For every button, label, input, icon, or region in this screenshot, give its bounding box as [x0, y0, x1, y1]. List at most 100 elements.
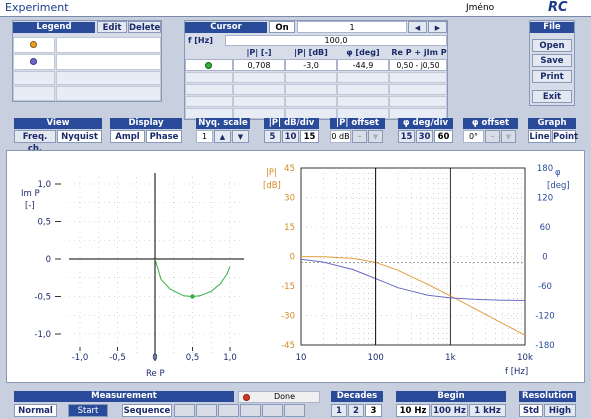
- cursor-empty-cell: [337, 84, 389, 95]
- cursor-value-db: -3,0: [285, 59, 337, 71]
- nyq-scale-down-button[interactable]: ▼: [232, 130, 249, 143]
- bode-right-tick-label: 0: [542, 253, 547, 263]
- legend-row-3-text[interactable]: [56, 71, 161, 85]
- bode-right-tick-label: -60: [538, 282, 552, 292]
- cursor-value-phase: -44,9: [337, 59, 389, 71]
- nyquist-xtick-label: 0: [152, 353, 157, 363]
- legend-delete-button[interactable]: Delete: [128, 21, 161, 33]
- bode-left-tick-label: 15: [284, 223, 295, 233]
- legend-row-4-marker[interactable]: [13, 86, 55, 101]
- cursor-empty-cell: [389, 96, 447, 107]
- cursor-f-label: f [Hz]: [188, 36, 213, 45]
- done-label: Done: [274, 392, 296, 401]
- cursor-empty-cell: [285, 84, 337, 95]
- nyquist-ytick-label: 0: [46, 255, 51, 265]
- normal-button[interactable]: Normal: [14, 404, 57, 417]
- name-label: Jméno: [466, 3, 495, 13]
- cursor-header: Cursor: [185, 22, 267, 33]
- begin-1khz-button[interactable]: 1 kHz: [469, 404, 506, 417]
- cursor-on-toggle[interactable]: On: [269, 21, 295, 33]
- cursor-empty-cell: [337, 96, 389, 107]
- nyquist-cursor-point: [190, 294, 195, 299]
- legend-row-2-text[interactable]: [56, 54, 161, 70]
- title-bar: [0, 0, 591, 17]
- bode-left-tick-label: 0: [290, 253, 295, 263]
- db-div-5-button[interactable]: 5: [264, 130, 281, 143]
- print-button[interactable]: Print: [532, 70, 572, 83]
- bode-plot[interactable]: |P| [dB] φ [deg] f [Hz] 45 30 15 0 -15 -30 -45…: [263, 164, 570, 377]
- bode-right-ticks: 180 120 60 0 -60 -120 -180: [535, 164, 554, 351]
- phi-offset-header: φ offset: [463, 118, 518, 129]
- legend-row-3-marker[interactable]: [13, 71, 55, 85]
- phi-offset-down-button: ▼: [501, 130, 516, 143]
- nyq-scale-up-button[interactable]: ▲: [214, 130, 231, 143]
- cursor-next-button[interactable]: ▶: [428, 21, 447, 33]
- begin-10hz-button[interactable]: 10 Hz: [396, 404, 430, 417]
- p-offset-value: 0 dB: [330, 130, 351, 143]
- save-button[interactable]: Save: [532, 54, 572, 67]
- app-title: Experiment: [5, 1, 69, 14]
- bode-right-tick-label: -180: [535, 341, 554, 351]
- arrow-up-icon: ▲: [219, 133, 226, 141]
- cursor-prev-button[interactable]: ◀: [408, 21, 427, 33]
- legend-row-4-text[interactable]: [56, 86, 161, 101]
- nyquist-ytick-label: -0,5: [34, 293, 51, 303]
- bode-xtick-label: 10: [296, 353, 307, 363]
- seq-step-3-button: [218, 404, 239, 417]
- start-button[interactable]: Start: [68, 404, 108, 417]
- bode-left-tick-label: 30: [284, 194, 295, 204]
- open-button[interactable]: Open: [532, 39, 572, 52]
- arrow-down-icon: ▼: [237, 133, 244, 141]
- nyquist-xtick-label: 1,0: [223, 353, 237, 363]
- seq-step-2-button: [196, 404, 217, 417]
- db-div-10-button[interactable]: 10: [282, 130, 299, 143]
- bode-xtick-label: 1k: [445, 353, 455, 363]
- ampl-button[interactable]: Ampl: [110, 130, 145, 143]
- db-div-15-button[interactable]: 15: [300, 130, 319, 143]
- cursor-f-value: 100,0: [225, 35, 447, 46]
- cursor-empty-cell: [337, 72, 389, 83]
- phase-button[interactable]: Phase: [146, 130, 182, 143]
- deg-div-30-button[interactable]: 30: [416, 130, 433, 143]
- nyq-scale-header: Nyq. scale: [196, 118, 250, 129]
- decades-2-button[interactable]: 2: [348, 404, 364, 417]
- exit-button[interactable]: Exit: [532, 90, 572, 103]
- cursor-empty-cell: [285, 96, 337, 107]
- graph-line-button[interactable]: Line: [528, 130, 551, 143]
- nyquist-ytick-label: 1,0: [37, 180, 51, 190]
- nyquist-ytick-label: 0,5: [37, 218, 51, 228]
- legend-edit-button[interactable]: Edit: [97, 21, 127, 33]
- status-led-icon: [243, 394, 250, 401]
- nyquist-button[interactable]: Nyquist: [57, 130, 102, 143]
- bode-left-tick-label: -15: [281, 282, 295, 292]
- seq-step-1-button: [174, 404, 195, 417]
- seq-step-6-button: [284, 404, 305, 417]
- bode-left-tick-label: -30: [281, 312, 295, 322]
- deg-div-60-button[interactable]: 60: [434, 130, 453, 143]
- cursor-empty-cell: [233, 96, 285, 107]
- nyq-scale-value: 1: [196, 130, 213, 143]
- begin-100hz-button[interactable]: 100 Hz: [431, 404, 468, 417]
- legend-row-1-text[interactable]: [56, 37, 161, 53]
- resolution-std-button[interactable]: Std: [519, 404, 543, 417]
- resolution-high-button[interactable]: High: [544, 404, 576, 417]
- decades-1-button[interactable]: 1: [331, 404, 347, 417]
- nyquist-xlabel: Re P: [146, 369, 165, 379]
- decades-3-button[interactable]: 3: [365, 404, 382, 417]
- blue-dot-icon: [30, 58, 37, 65]
- nyquist-background: [69, 177, 244, 357]
- bode-left-tick-label: -45: [281, 341, 295, 351]
- col-abs-p: |P| [-]: [246, 48, 272, 57]
- deg-div-15-button[interactable]: 15: [398, 130, 415, 143]
- sequence-button[interactable]: Sequence: [122, 404, 172, 417]
- arrow-down-icon: ▼: [505, 133, 512, 141]
- nyquist-plot[interactable]: Im P [-] Re P 1,0 0,5 0 -0,5 -1,0 -1,0 -0,5 0 0…: [21, 173, 244, 379]
- bode-right-tick-label: 120: [537, 194, 553, 204]
- cursor-empty-cell: [233, 72, 285, 83]
- graph-point-button[interactable]: Point: [552, 130, 578, 143]
- bode-left-ticks: 45 30 15 0 -15 -30 -45: [281, 164, 295, 351]
- arrow-right-icon: ▶: [434, 24, 441, 32]
- freq-char-button[interactable]: Freq. ch.: [14, 130, 56, 154]
- bode-xlabel: f [Hz]: [505, 367, 528, 377]
- cursor-index: 1: [297, 21, 407, 33]
